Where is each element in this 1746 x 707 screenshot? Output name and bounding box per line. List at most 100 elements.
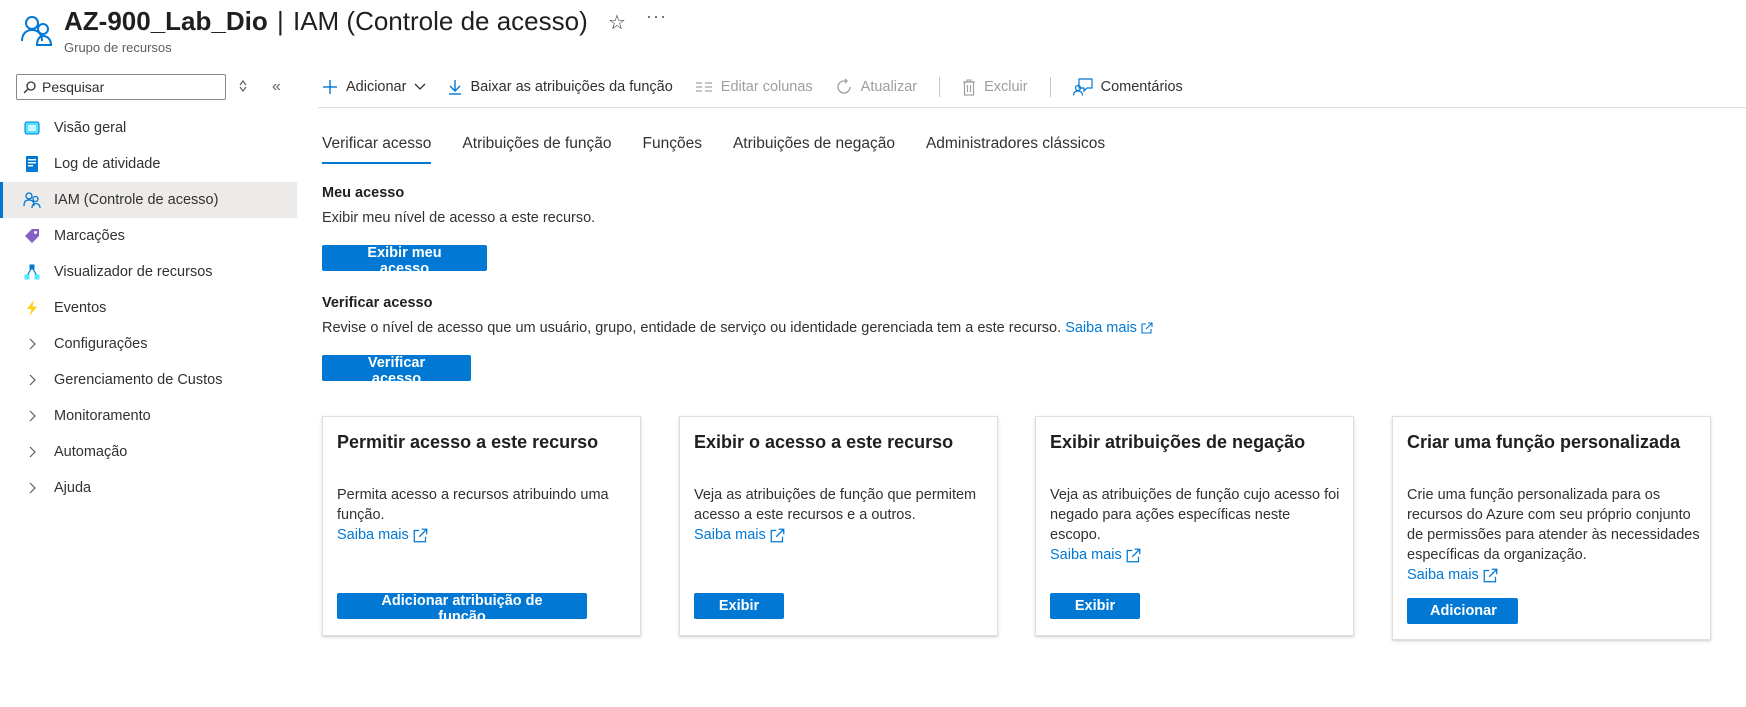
- card-deny-assignments: Exibir atribuições de negação Veja as at…: [1035, 416, 1354, 636]
- sidebar-item-cost-management[interactable]: Gerenciamento de Custos: [0, 362, 297, 398]
- view-access-button[interactable]: Exibir: [694, 593, 784, 619]
- tab-roles[interactable]: Funções: [643, 135, 702, 164]
- sidebar-item-label: Configurações: [54, 336, 148, 352]
- feedback-button[interactable]: Comentários: [1072, 78, 1183, 96]
- title-separator: |: [276, 6, 284, 36]
- search-box: [16, 74, 226, 100]
- tab-check-access[interactable]: Verificar acesso: [322, 135, 432, 164]
- star-icon[interactable]: ☆: [608, 10, 626, 35]
- sidebar-item-overview[interactable]: Visão geral: [0, 110, 297, 146]
- sidebar-item-settings[interactable]: Configurações: [0, 326, 297, 362]
- my-access-description: Exibir meu nível de acesso a este recurs…: [322, 210, 596, 226]
- delete-button[interactable]: Excluir: [962, 78, 1028, 96]
- learn-more-label: Saiba mais: [337, 527, 409, 543]
- card-grant-access: Permitir acesso a este recurso Permita a…: [322, 416, 641, 636]
- trash-icon: [962, 78, 976, 96]
- learn-more-link[interactable]: Saiba mais: [694, 525, 785, 545]
- sidebar-item-activity-log[interactable]: Log de atividade: [0, 146, 297, 182]
- columns-icon: [695, 80, 713, 94]
- sidebar-item-label: Visualizador de recursos: [54, 264, 213, 280]
- card-description-block: Crie uma função personalizada para os re…: [1407, 485, 1702, 585]
- view-deny-assignments-button[interactable]: Exibir: [1050, 593, 1140, 619]
- chevron-right-icon: [22, 374, 42, 386]
- learn-more-link[interactable]: Saiba mais: [1407, 565, 1498, 585]
- sort-updown-icon[interactable]: [238, 79, 248, 93]
- overview-icon: [22, 118, 42, 138]
- command-bar: Adicionar Baixar as atribuições da funçã…: [322, 72, 1205, 102]
- card-view-access: Exibir o acesso a este recurso Veja as a…: [679, 416, 998, 636]
- learn-more-label: Saiba mais: [1065, 320, 1137, 336]
- sidebar-item-monitoring[interactable]: Monitoramento: [0, 398, 297, 434]
- sidebar-item-events[interactable]: Eventos: [0, 290, 297, 326]
- check-access-description: Revise o nível de acesso que um usuário,…: [322, 320, 1062, 336]
- sidebar-item-label: Gerenciamento de Custos: [54, 372, 223, 388]
- learn-more-link[interactable]: Saiba mais: [1050, 545, 1141, 565]
- search-icon: [23, 80, 36, 94]
- card-description: Veja as atribuições de função cujo acess…: [1050, 487, 1340, 543]
- sidebar-item-label: IAM (Controle de acesso): [54, 192, 219, 208]
- add-button[interactable]: Adicionar: [322, 79, 426, 95]
- sidebar-item-label: Eventos: [54, 300, 107, 316]
- card-title: Criar uma função personalizada: [1407, 432, 1681, 452]
- download-label: Baixar as atribuições da função: [470, 79, 673, 95]
- refresh-button[interactable]: Atualizar: [835, 78, 917, 96]
- sidebar-item-iam[interactable]: IAM (Controle de acesso): [0, 182, 297, 218]
- resource-name: AZ-900_Lab_Dio: [64, 6, 268, 36]
- card-description: Permita acesso a recursos atribuindo uma…: [337, 487, 609, 523]
- card-description: Veja as atribuições de função que permit…: [694, 487, 977, 523]
- tab-classic-administrators[interactable]: Administradores clássicos: [926, 135, 1105, 164]
- add-label: Adicionar: [346, 79, 407, 95]
- plus-icon: [322, 79, 338, 95]
- learn-more-link[interactable]: Saiba mais: [337, 525, 428, 545]
- users-icon: [22, 190, 42, 210]
- tab-role-assignments[interactable]: Atribuições de função: [462, 135, 611, 164]
- search-input[interactable]: [40, 78, 224, 96]
- delete-label: Excluir: [984, 79, 1028, 95]
- toolbar-divider: [939, 77, 941, 97]
- feedback-icon: [1072, 78, 1093, 96]
- add-role-assignment-button[interactable]: Adicionar atribuição de função: [337, 593, 587, 625]
- sidebar-item-help[interactable]: Ajuda: [0, 470, 297, 506]
- resource-visualizer-icon: [22, 262, 42, 282]
- learn-more-link[interactable]: Saiba mais: [1065, 320, 1153, 336]
- check-access-button[interactable]: Verificar acesso: [322, 355, 471, 387]
- sidebar-item-label: Marcações: [54, 228, 125, 244]
- sidebar-item-automation[interactable]: Automação: [0, 434, 297, 470]
- external-link-icon: [413, 528, 428, 542]
- card-title: Exibir o acesso a este recurso: [694, 432, 954, 452]
- chevron-right-icon: [22, 338, 42, 350]
- download-icon: [448, 79, 462, 95]
- page-title: AZ-900_Lab_Dio | IAM (Controle de acesso…: [64, 3, 588, 39]
- more-options-button[interactable]: ···: [646, 6, 667, 27]
- edit-columns-button[interactable]: Editar colunas: [695, 79, 813, 95]
- card-description: Crie uma função personalizada para os re…: [1407, 487, 1700, 563]
- add-custom-role-button[interactable]: Adicionar: [1407, 598, 1518, 624]
- tab-list: Verificar acesso Atribuições de função F…: [322, 135, 1136, 164]
- my-access-heading: Meu acesso: [322, 185, 405, 201]
- tag-icon: [22, 226, 42, 246]
- refresh-label: Atualizar: [860, 79, 918, 95]
- chevron-down-icon: [414, 83, 426, 91]
- chevron-right-icon: [22, 410, 42, 422]
- card-custom-role: Criar uma função personalizada Crie uma …: [1392, 416, 1711, 640]
- toolbar-divider: [1049, 77, 1051, 97]
- sidebar-item-label: Visão geral: [54, 120, 127, 136]
- feedback-label: Comentários: [1100, 79, 1183, 95]
- sidebar-item-label: Monitoramento: [54, 408, 151, 424]
- card-title: Exibir atribuições de negação: [1050, 432, 1306, 452]
- edit-columns-label: Editar colunas: [720, 79, 813, 95]
- check-access-description-row: Revise o nível de acesso que um usuário,…: [322, 320, 1153, 336]
- view-my-access-button[interactable]: Exibir meu acesso: [322, 245, 487, 277]
- chevron-right-icon: [22, 446, 42, 458]
- learn-more-label: Saiba mais: [1407, 567, 1479, 583]
- blade-name: IAM (Controle de acesso): [292, 6, 588, 36]
- sidebar-item-tags[interactable]: Marcações: [0, 218, 297, 254]
- collapse-sidebar-icon[interactable]: «: [272, 78, 281, 96]
- sidebar-nav: Visão geral Log de atividade IAM (Contro…: [0, 110, 297, 506]
- download-role-assignments-button[interactable]: Baixar as atribuições da função: [448, 79, 673, 95]
- sidebar-item-resource-visualizer[interactable]: Visualizador de recursos: [0, 254, 297, 290]
- learn-more-label: Saiba mais: [694, 527, 766, 543]
- tab-deny-assignments[interactable]: Atribuições de negação: [733, 135, 895, 164]
- page-subtitle: Grupo de recursos: [64, 40, 172, 55]
- external-link-icon: [770, 528, 785, 542]
